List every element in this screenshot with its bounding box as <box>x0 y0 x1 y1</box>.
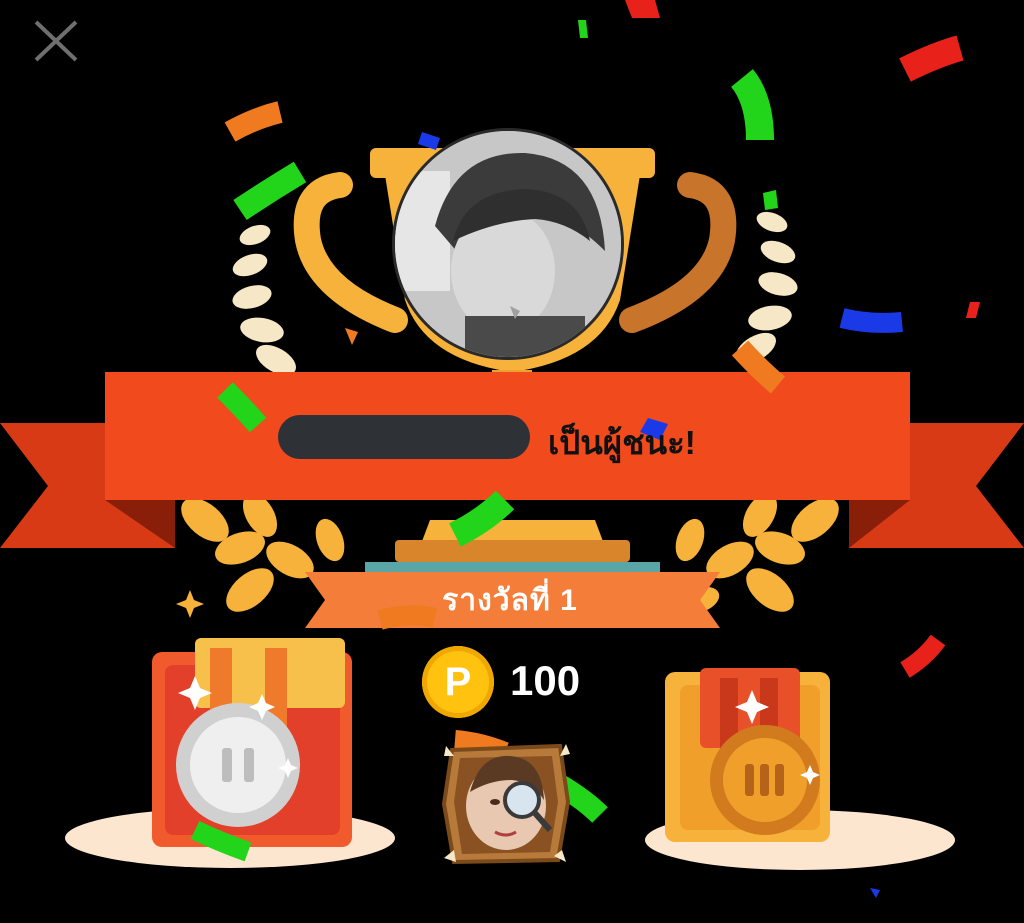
winner-announcement: เป็นผู้ชนะ! <box>548 424 696 461</box>
winner-name-redacted <box>278 415 530 459</box>
close-button[interactable] <box>30 18 80 64</box>
coin-letter: P <box>444 660 472 704</box>
rank-label: รางวัลที่ 1 <box>442 584 578 617</box>
coin-icon: P <box>422 646 494 718</box>
reward-amount: 100 <box>510 657 581 704</box>
winner-avatar <box>392 128 624 360</box>
laurel-right-icon <box>736 211 798 364</box>
detective-badge-icon <box>440 742 572 866</box>
laurel-left-icon <box>232 224 296 376</box>
bronze-medal-icon <box>665 668 830 842</box>
silver-medal-icon <box>152 638 352 847</box>
